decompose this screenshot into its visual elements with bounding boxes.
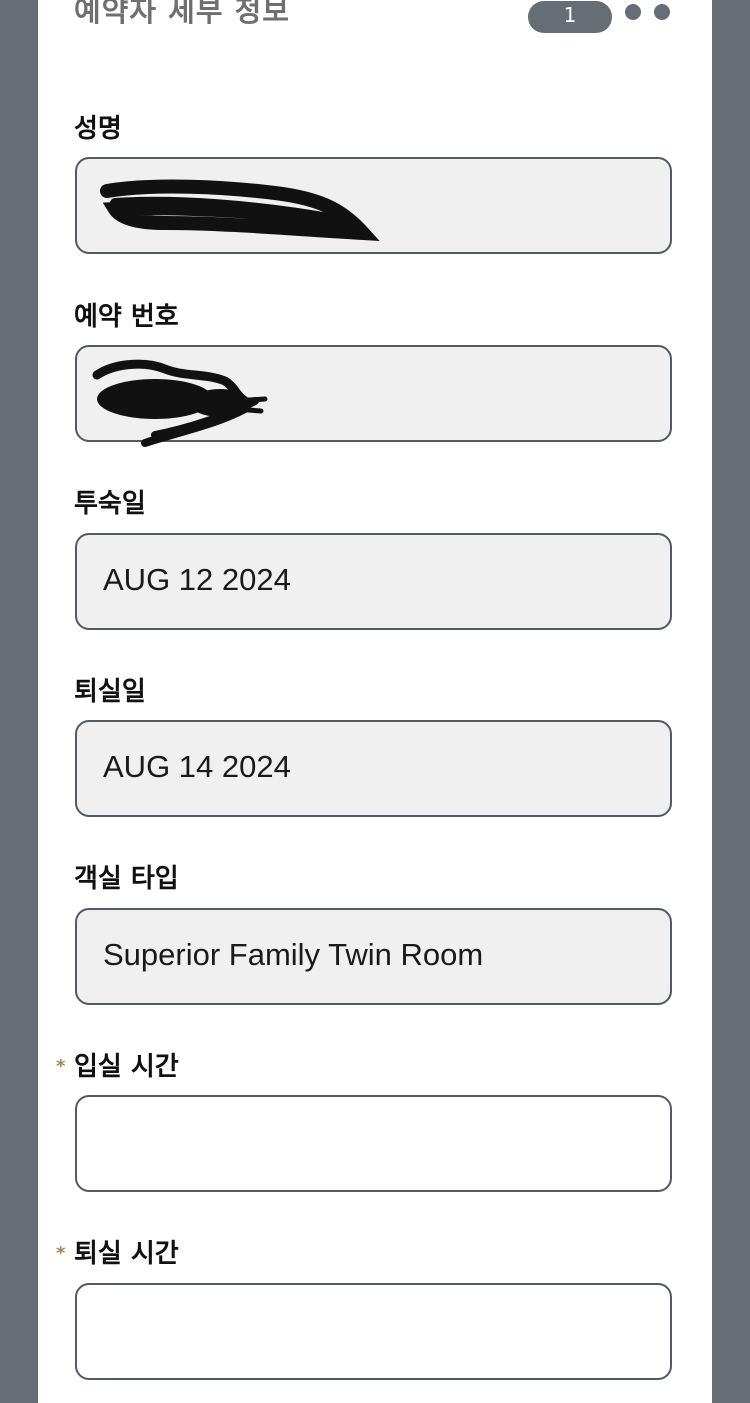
check-in-date-label: 투숙일 xyxy=(74,489,146,519)
booking-number-label: 예약 번호 xyxy=(74,302,179,332)
name-label: 성명 xyxy=(74,114,122,144)
step-indicator-dot-3[interactable] xyxy=(654,4,670,20)
check-out-date-label: 퇴실일 xyxy=(74,677,146,707)
check-out-date-field[interactable]: AUG 14 2024 xyxy=(75,720,672,817)
check-out-date-value: AUG 14 2024 xyxy=(103,749,291,784)
room-type-label: 객실 타입 xyxy=(74,864,179,894)
check-in-time-label: 입실 시간 xyxy=(74,1052,179,1082)
check-out-time-input[interactable] xyxy=(75,1283,672,1380)
check-in-date-value: AUG 12 2024 xyxy=(103,562,291,597)
check-in-time-input[interactable] xyxy=(75,1095,672,1192)
redaction-scribble xyxy=(92,359,268,447)
form-header: 예약자 세부 정보 1 xyxy=(38,0,712,40)
booking-form-panel: 예약자 세부 정보 1 성명 예약 번호 투숙일 AUG 12 2024 퇴실일… xyxy=(38,0,712,1403)
redaction-scribble xyxy=(100,179,380,241)
room-type-field[interactable]: Superior Family Twin Room xyxy=(75,908,672,1005)
check-out-time-label: 퇴실 시간 xyxy=(74,1239,179,1269)
booking-number-field[interactable] xyxy=(75,345,672,447)
required-star-check-out-time: * xyxy=(56,1243,66,1264)
name-field[interactable] xyxy=(75,157,672,254)
step-indicator-dot-2[interactable] xyxy=(625,4,641,20)
step-indicator-current[interactable]: 1 xyxy=(528,1,612,33)
check-in-date-field[interactable]: AUG 12 2024 xyxy=(75,533,672,630)
section-title: 예약자 세부 정보 xyxy=(74,0,290,28)
required-star-check-in-time: * xyxy=(56,1056,66,1077)
room-type-value: Superior Family Twin Room xyxy=(103,937,484,972)
